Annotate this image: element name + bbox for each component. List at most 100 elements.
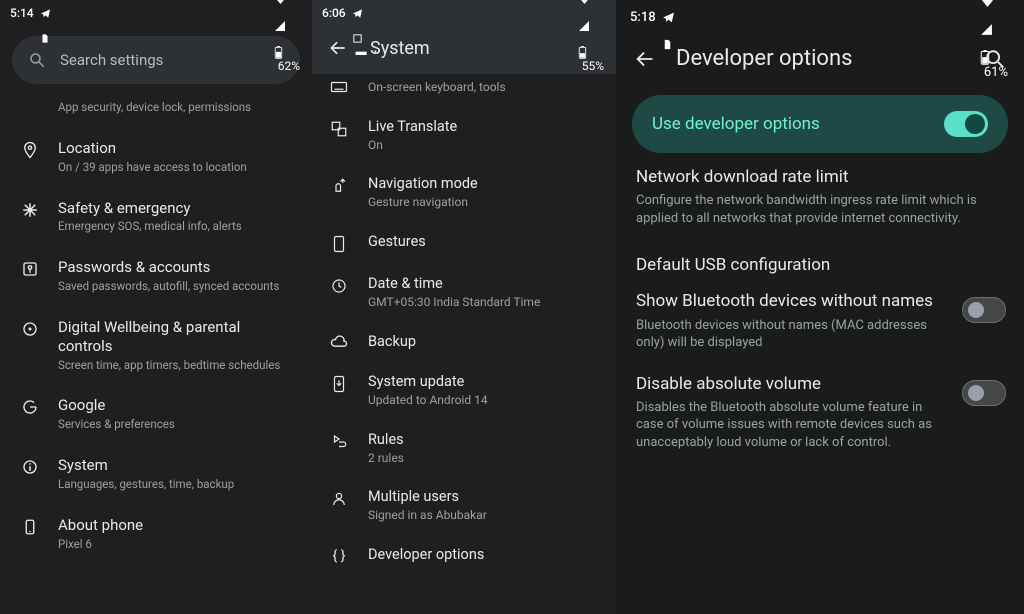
settings-item-sub: Screen time, app timers, bedtime schedul… (58, 358, 296, 373)
status-bar: 5:14 62% (0, 0, 312, 26)
battery-percentage: 55% (582, 59, 604, 73)
gestures-icon (326, 235, 352, 253)
battery-icon (274, 46, 302, 59)
status-time: 5:18 (630, 10, 656, 25)
settings-item-sub: App security, device lock, permissions (58, 100, 296, 115)
system-item-gestures[interactable]: Gestures (312, 222, 616, 264)
wifi-icon (980, 0, 1010, 9)
dash-icon: ▬ (356, 45, 367, 58)
settings-main-screen: 5:14 62% (0, 0, 312, 614)
settings-item-sub: Languages, gestures, time, backup (58, 477, 296, 492)
settings-item-sub: Saved passwords, autofill, synced accoun… (58, 279, 296, 294)
sim-icon (662, 38, 675, 51)
telegram-icon (662, 11, 675, 24)
system-item-navigation[interactable]: Navigation mode Gesture navigation (312, 164, 616, 222)
wifi-icon (274, 0, 302, 6)
switch-on[interactable] (944, 111, 988, 137)
system-item-datetime[interactable]: Date & time GMT+05:30 India Standard Tim… (312, 264, 616, 322)
settings-item-safety[interactable]: Safety & emergency Emergency SOS, medica… (0, 187, 312, 247)
status-system-icons: 55% (578, 0, 606, 73)
dev-item-title: Network download rate limit (636, 167, 1004, 188)
system-item-backup[interactable]: Backup (312, 322, 616, 362)
system-item-title: Gestures (368, 233, 602, 251)
search-settings-bar[interactable]: Search settings (12, 36, 300, 84)
translate-icon (326, 120, 352, 138)
dev-item-title: Show Bluetooth devices without names (636, 291, 950, 312)
settings-item-title: System (58, 456, 296, 475)
dev-item-sub: Configure the network bandwidth ingress … (636, 192, 1004, 227)
rules-icon (326, 433, 352, 451)
settings-item-wellbeing[interactable]: Digital Wellbeing & parental controls Sc… (0, 306, 312, 384)
swipe-icon (326, 177, 352, 195)
status-bar: 5:18 61% (616, 0, 1024, 30)
system-item-title: Backup (368, 333, 602, 351)
developer-header: Developer options (616, 30, 1024, 81)
update-icon (326, 375, 352, 393)
telegram-icon (40, 8, 51, 19)
asterisk-icon (18, 201, 42, 219)
use-developer-options-toggle[interactable]: Use developer options (632, 95, 1008, 153)
braces-icon: { } (326, 548, 352, 564)
settings-item-title: Google (58, 396, 296, 415)
page-title: Developer options (676, 46, 984, 71)
system-item-sub: Updated to Android 14 (368, 393, 602, 409)
system-item-title: Live Translate (368, 118, 602, 136)
system-item-users[interactable]: Multiple users Signed in as Abubakar (312, 477, 616, 535)
system-item-sub: On-screen keyboard, tools (368, 80, 602, 96)
dev-item-absolute-volume[interactable]: Disable absolute volume Disables the Blu… (616, 364, 1024, 464)
settings-item-title: Passwords & accounts (58, 258, 296, 277)
dev-item-bt-no-names[interactable]: Show Bluetooth devices without names Blu… (616, 281, 1024, 363)
info-icon (18, 458, 42, 476)
system-item-developer[interactable]: { } Developer options (312, 535, 616, 575)
settings-item-passwords[interactable]: Passwords & accounts Saved passwords, au… (0, 246, 312, 306)
system-item-update[interactable]: System update Updated to Android 14 (312, 362, 616, 420)
signal-icon (578, 20, 606, 32)
dev-item-title: Default USB configuration (636, 255, 830, 275)
system-item-translate[interactable]: Live Translate On (312, 107, 616, 165)
sim-icon (40, 33, 51, 44)
status-time: 5:14 (10, 6, 34, 20)
status-bar: 6:06 ▬ • 55% (312, 0, 616, 26)
search-placeholder: Search settings (60, 51, 163, 69)
back-button[interactable] (328, 38, 348, 58)
system-item-keyboard[interactable]: On-screen keyboard, tools (312, 74, 616, 107)
system-item-title: Developer options (368, 546, 602, 564)
system-item-title: Rules (368, 431, 602, 449)
dev-item-title: Disable absolute volume (636, 374, 950, 395)
system-item-sub: On (368, 138, 602, 154)
system-item-sub: 2 rules (368, 451, 602, 467)
search-button[interactable] (984, 48, 1006, 70)
dev-item-network-limit[interactable]: Network download rate limit Configure th… (616, 167, 1024, 239)
settings-item-about[interactable]: About phone Pixel 6 (0, 504, 312, 564)
battery-percentage: 62% (278, 59, 300, 73)
search-icon (28, 51, 46, 69)
key-icon (18, 260, 42, 278)
settings-item-security[interactable]: App security, device lock, permissions (0, 98, 312, 127)
telegram-icon (352, 8, 379, 19)
system-item-title: Navigation mode (368, 175, 602, 193)
clock-icon (326, 277, 352, 295)
settings-item-sub: Services & preferences (58, 417, 296, 432)
settings-item-system[interactable]: System Languages, gestures, time, backup (0, 444, 312, 504)
settings-item-title: Safety & emergency (58, 199, 296, 218)
system-item-rules[interactable]: Rules 2 rules (312, 420, 616, 478)
system-item-title: Multiple users (368, 488, 602, 506)
system-item-sub: Signed in as Abubakar (368, 508, 602, 524)
settings-item-google[interactable]: Google Services & preferences (0, 384, 312, 444)
dev-item-usb-config[interactable]: Default USB configuration (616, 239, 1024, 281)
wellbeing-icon (18, 320, 42, 338)
settings-item-sub: On / 39 apps have access to location (58, 160, 296, 175)
switch-off[interactable] (962, 297, 1006, 323)
dev-item-sub: Bluetooth devices without names (MAC add… (636, 317, 950, 352)
wifi-icon (578, 0, 606, 6)
switch-off[interactable] (962, 380, 1006, 406)
system-item-sub: Gesture navigation (368, 195, 602, 211)
settings-item-sub: Pixel 6 (58, 537, 296, 552)
settings-item-location[interactable]: Location On / 39 apps have access to loc… (0, 127, 312, 187)
settings-item-title: Digital Wellbeing & parental controls (58, 318, 296, 356)
status-time: 6:06 (322, 6, 346, 20)
back-button[interactable] (634, 48, 656, 70)
developer-options-screen: 5:18 61% Developer options Use developer… (616, 0, 1024, 614)
settings-item-title: About phone (58, 516, 296, 535)
system-item-sub: GMT+05:30 India Standard Time (368, 295, 602, 311)
